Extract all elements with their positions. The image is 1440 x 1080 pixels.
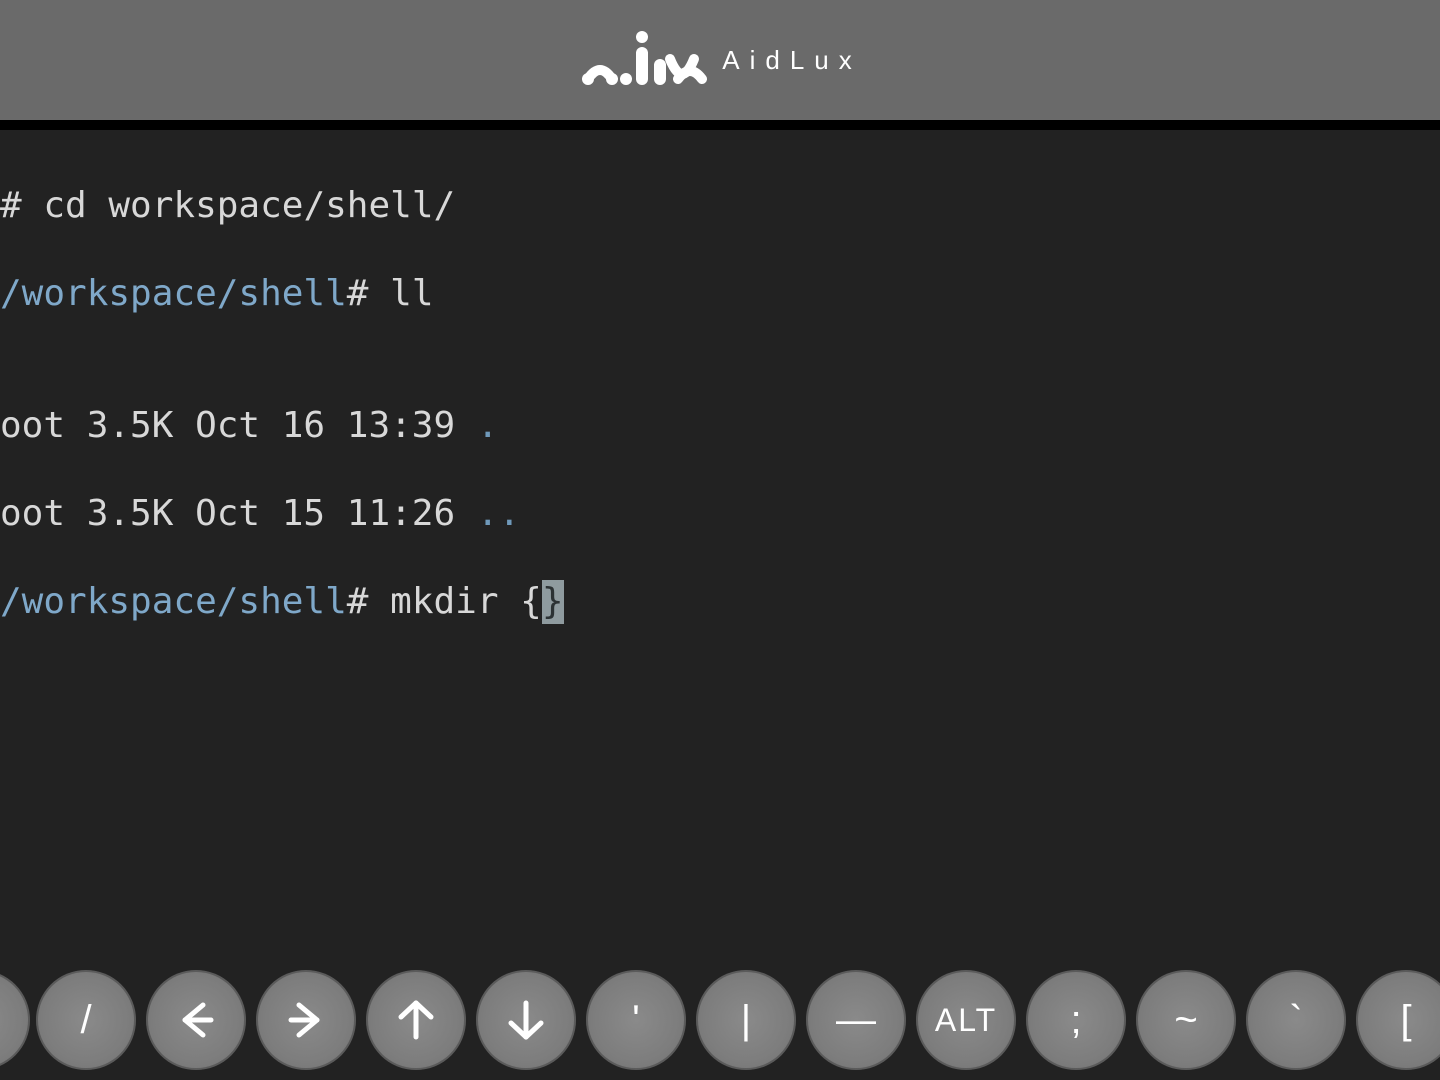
key-label: ~ xyxy=(1174,998,1197,1043)
softkey-row: / ' | — ALT ; ~ ` [ xyxy=(0,950,1440,1080)
terminal[interactable]: # cd workspace/shell/ /workspace/shell# … xyxy=(0,130,1440,1080)
app-header: AidLux xyxy=(0,0,1440,120)
dash-key[interactable]: — xyxy=(806,970,906,1070)
bracket-key[interactable]: [ xyxy=(1356,970,1440,1070)
key-label: ; xyxy=(1070,998,1081,1043)
arrow-down-key[interactable] xyxy=(476,970,576,1070)
terminal-line: /workspace/shell# ll xyxy=(0,272,1440,316)
key-label: / xyxy=(80,998,91,1043)
key-label: | xyxy=(741,998,751,1043)
arrow-right-key[interactable] xyxy=(256,970,356,1070)
prev-partial-key[interactable] xyxy=(0,970,30,1070)
arrow-left-icon xyxy=(173,997,219,1043)
terminal-line: /workspace/shell# mkdir {} xyxy=(0,580,1440,624)
brand: AidLux xyxy=(578,29,862,91)
brand-text: AidLux xyxy=(722,45,862,76)
semicolon-key[interactable]: ; xyxy=(1026,970,1126,1070)
alt-key[interactable]: ALT xyxy=(916,970,1016,1070)
terminal-line: oot 3.5K Oct 15 11:26 .. xyxy=(0,492,1440,536)
key-label: ` xyxy=(1289,998,1302,1043)
key-label: ALT xyxy=(935,1002,997,1039)
backtick-key[interactable]: ` xyxy=(1246,970,1346,1070)
arrow-left-key[interactable] xyxy=(146,970,246,1070)
terminal-line: oot 3.5K Oct 16 13:39 . xyxy=(0,404,1440,448)
arrow-up-key[interactable] xyxy=(366,970,466,1070)
arrow-up-icon xyxy=(393,997,439,1043)
slash-key[interactable]: / xyxy=(36,970,136,1070)
key-label: [ xyxy=(1400,998,1411,1043)
tilde-key[interactable]: ~ xyxy=(1136,970,1236,1070)
apostrophe-key[interactable]: ' xyxy=(586,970,686,1070)
pipe-key[interactable]: | xyxy=(696,970,796,1070)
aidlux-logo-icon xyxy=(578,29,708,91)
arrow-right-icon xyxy=(283,997,329,1043)
terminal-cursor: } xyxy=(542,580,564,624)
terminal-line: # cd workspace/shell/ xyxy=(0,184,1440,228)
key-label: — xyxy=(836,998,876,1043)
key-label: ' xyxy=(632,998,640,1043)
arrow-down-icon xyxy=(503,997,549,1043)
